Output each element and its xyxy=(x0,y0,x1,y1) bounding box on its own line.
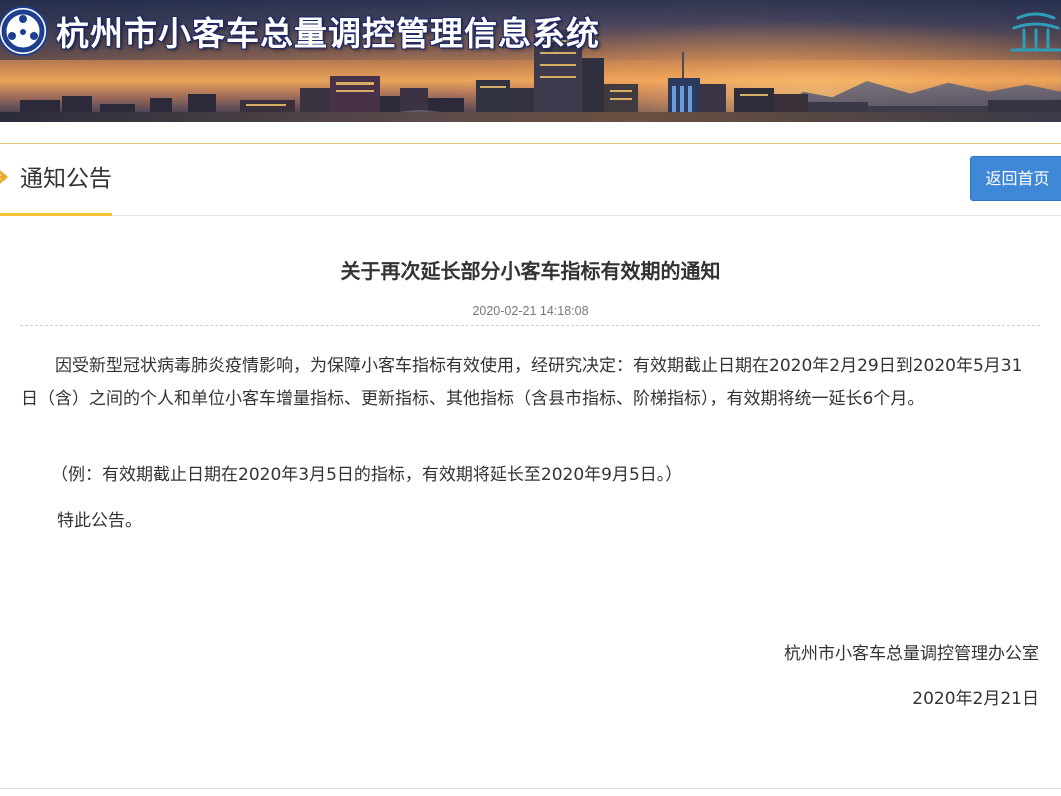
notice-body: 因受新型冠状病毒肺炎疫情影响，为保障小客车指标有效使用，经研究决定：有效期截止日… xyxy=(21,350,1039,416)
pavilion-emblem-icon xyxy=(1010,12,1061,52)
arrow-right-icon xyxy=(0,170,8,184)
section-title: 通知公告 xyxy=(20,166,112,192)
notice-divider xyxy=(20,325,1040,326)
notice-example-paragraph: （例：有效期截止日期在2020年3月5日的指标，有效期将延长至2020年9月5日… xyxy=(51,465,683,485)
back-to-home-button[interactable]: 返回首页 xyxy=(970,156,1061,201)
banner-water xyxy=(0,112,1061,122)
section-title-underline xyxy=(0,213,112,216)
hangzhou-traffic-logo-icon xyxy=(0,6,48,56)
site-title: 杭州市小客车总量调控管理信息系统 xyxy=(56,14,600,53)
section-header: 通知公告 返回首页 xyxy=(0,144,1061,216)
signature-date: 2020年2月21日 xyxy=(912,689,1039,709)
notice-title: 关于再次延长部分小客车指标有效期的通知 xyxy=(340,259,721,283)
notice-timestamp: 2020-02-21 14:18:08 xyxy=(472,304,589,318)
notice-paragraph: 因受新型冠状病毒肺炎疫情影响，为保障小客车指标有效使用，经研究决定：有效期截止日… xyxy=(21,356,1023,409)
signature-office: 杭州市小客车总量调控管理办公室 xyxy=(784,644,1039,664)
header-banner: 杭州市小客车总量调控管理信息系统 xyxy=(0,0,1061,122)
notice-closing-paragraph: 特此公告。 xyxy=(57,511,142,531)
footer-divider xyxy=(0,788,1061,789)
